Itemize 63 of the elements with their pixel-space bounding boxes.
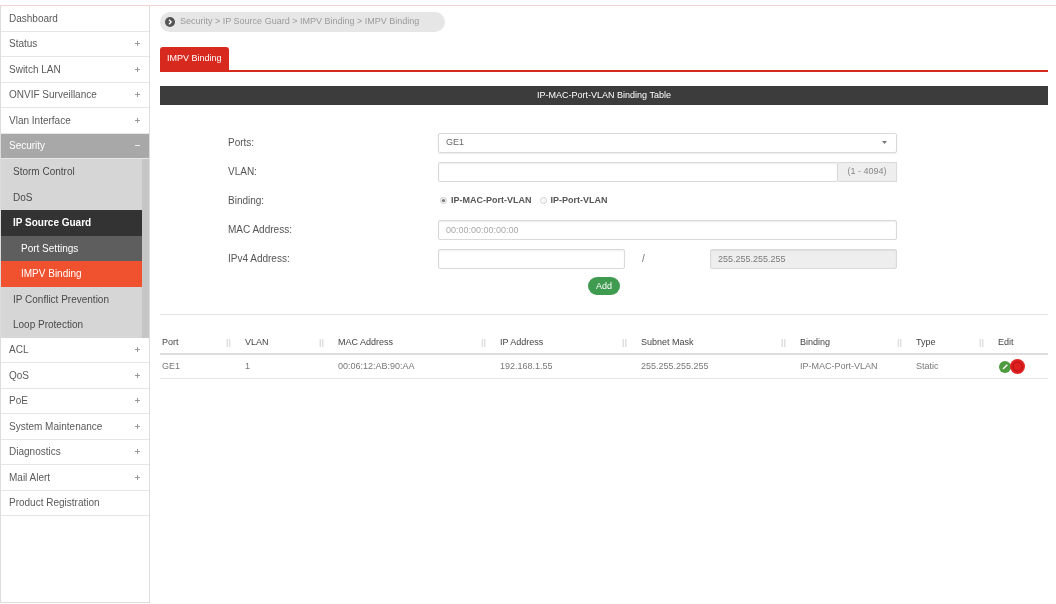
column-header[interactable]: IP Address — [492, 333, 633, 353]
sidebar-item[interactable]: IP Conflict Prevention — [1, 286, 142, 312]
table-cell-text: 192.168.1.55 — [499, 359, 554, 373]
table-cell-text: 1 — [244, 359, 251, 373]
column-header[interactable]: Type — [908, 333, 990, 353]
sort-icon — [319, 339, 324, 347]
sidebar-item[interactable]: Port Settings — [1, 235, 142, 261]
sort-icon — [979, 339, 984, 347]
input-field[interactable] — [438, 161, 838, 182]
panel-title-bar: IP-MAC-Port-VLAN Binding Table — [160, 86, 1048, 105]
plus-icon — [135, 117, 140, 123]
table-cell-text: GE1 — [161, 359, 181, 373]
field-label: Binding: — [228, 194, 266, 208]
plus-icon — [135, 474, 140, 480]
sort-icon — [226, 339, 231, 347]
column-header[interactable]: Binding — [792, 333, 908, 353]
breadcrumb-text: Security > IP Source Guard > IMPV Binding > IMPV Binding — [180, 15, 420, 29]
plus-icon — [135, 398, 140, 404]
sort-icon — [781, 339, 786, 347]
column-header[interactable]: VLAN — [237, 333, 330, 353]
minus-icon — [135, 143, 140, 149]
plus-icon — [135, 449, 140, 455]
column-header[interactable]: Edit — [990, 333, 1048, 353]
select-field[interactable]: GE1 — [438, 132, 897, 153]
plus-icon — [135, 92, 140, 98]
field-label: Ports: — [228, 136, 256, 150]
column-header[interactable]: Port — [160, 333, 237, 353]
plus-icon — [135, 423, 140, 429]
input-field[interactable] — [438, 248, 625, 269]
input-field[interactable]: 00:00:00:00:00:00 — [438, 219, 897, 240]
plus-icon — [135, 372, 140, 378]
circle-icon[interactable] — [1010, 359, 1025, 374]
sidebar-item[interactable]: DoS — [1, 184, 142, 210]
table-cell-text: IP-MAC-Port-VLAN — [799, 359, 879, 373]
sidebar-item[interactable]: IMPV Binding — [1, 261, 142, 287]
radio-label: IP-Port-VLAN — [550, 193, 608, 207]
range-hint: (1 - 4094) — [838, 161, 897, 182]
field-label: MAC Address: — [228, 223, 293, 237]
plus-icon — [135, 66, 140, 72]
field-label: IPv4 Address: — [228, 252, 291, 266]
separator-text: / — [642, 252, 645, 266]
input-field: 255.255.255.255 — [710, 248, 897, 269]
tab[interactable]: IMPV Binding — [160, 47, 229, 70]
table-cell-text: 255.255.255.255 — [640, 359, 710, 373]
sort-icon — [481, 339, 486, 347]
plus-icon — [135, 347, 140, 353]
radio-button[interactable] — [440, 197, 447, 204]
sort-icon — [622, 339, 627, 347]
radio-button[interactable] — [539, 197, 547, 204]
column-header[interactable]: MAC Address — [330, 333, 492, 353]
chevron-circle-icon — [165, 17, 175, 27]
column-header[interactable]: Subnet Mask — [633, 333, 792, 353]
plus-icon — [135, 41, 140, 47]
field-label: VLAN: — [228, 165, 258, 179]
sidebar-item[interactable]: Loop Protection — [1, 312, 142, 338]
table-cell-text: 00:06:12:AB:90:AA — [337, 359, 416, 373]
table-cell-text: Static — [915, 359, 940, 373]
sidebar-item[interactable]: Storm Control — [1, 159, 142, 185]
pencil-icon[interactable] — [999, 360, 1011, 373]
caret-icon — [882, 141, 887, 144]
radio-label: IP-MAC-Port-VLAN — [451, 193, 532, 207]
sort-icon — [897, 339, 902, 347]
sidebar-item[interactable]: IP Source Guard — [1, 210, 142, 236]
